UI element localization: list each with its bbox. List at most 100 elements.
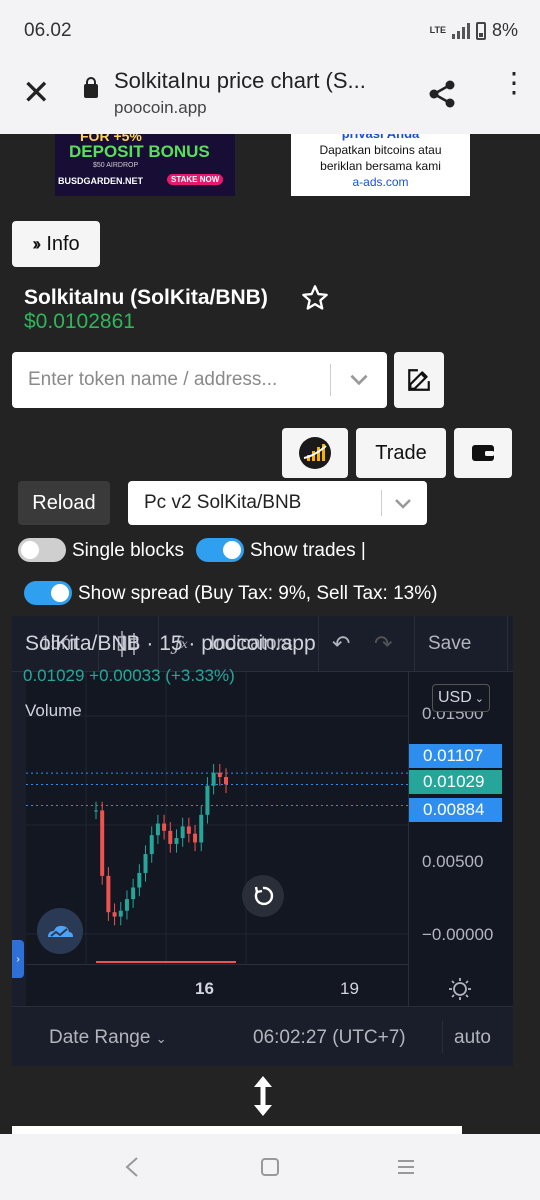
ad-cta[interactable]: STAKE NOW [167,174,224,185]
star-icon[interactable] [301,284,329,312]
currency-label: USD [438,689,472,706]
candle-body [155,823,160,836]
chart-grid [26,672,408,964]
candle-body [137,872,142,888]
close-icon[interactable]: ✕ [22,76,51,110]
recent-apps-icon[interactable] [396,1156,416,1178]
chart-clock: 06:02:27 (UTC+7) [253,1027,406,1048]
wallet-icon [472,445,494,461]
candle-body [205,785,210,815]
settings-icon[interactable] [448,977,472,1001]
system-nav-bar [0,1134,540,1200]
divider [318,616,319,672]
price-tag-last: 0.01029 [409,770,502,794]
status-bar: 06.02 LTE 8% [0,0,540,60]
edit-button[interactable] [394,352,444,408]
token-name: SolkitaInu (SolKita/BNB) [24,286,268,309]
x-tick: 19 [340,979,359,998]
back-icon[interactable] [122,1156,142,1178]
home-icon[interactable] [260,1156,280,1178]
chart-bottom-bar: Date Range ⌄ 06:02:27 (UTC+7) auto [12,1006,513,1066]
reset-chart-button[interactable] [242,875,284,917]
ad-banner-aads[interactable]: privasi Anda Dapatkan bitcoins atau beri… [291,134,470,196]
battery-icon [475,21,486,40]
page-footer-strip [12,1126,462,1134]
divider [381,490,382,516]
chart-legend-values: 0.01029 +0.00033 (+3.33%) [23,666,235,685]
auto-scale-button[interactable]: auto [454,1027,491,1049]
chevron-down-icon: ⌄ [474,692,484,705]
candle-body [131,887,136,900]
info-button[interactable]: ›› Info [12,221,100,267]
undo-icon[interactable]: ↶ [332,616,350,672]
ad-link[interactable]: a-ads.com [291,174,470,190]
save-button[interactable]: Save [428,616,471,672]
pair-select[interactable]: Pc v2 SolKita/BNB [128,481,427,525]
search-placeholder: Enter token name / address... [28,369,278,390]
single-blocks-toggle[interactable] [18,538,66,562]
y-tick: 0.00500 [422,852,484,871]
share-icon[interactable] [426,78,458,110]
show-trades-toggle[interactable] [196,538,244,562]
volume-label: Volume [25,701,82,720]
token-search-input[interactable]: Enter token name / address... [12,352,387,408]
candle-body [193,833,198,843]
candle-body [217,772,222,778]
page-title[interactable]: SolkitaInu price chart (S... [114,68,366,94]
currency-button[interactable]: USD ⌄ [432,684,490,712]
candle-body [224,777,228,785]
browser-toolbar: ✕ SolkitaInu price chart (S... poocoin.a… [0,60,540,134]
single-blocks-label: Single blocks [72,540,184,561]
chevron-down-icon: ⌄ [155,1031,167,1046]
date-range-button[interactable]: Date Range ⌄ [49,1027,167,1049]
candle-body [199,814,204,843]
wallet-button[interactable] [454,428,512,478]
pair-select-value: Pc v2 SolKita/BNB [144,492,302,513]
chevron-down-icon[interactable] [346,366,372,392]
expand-panel-tab[interactable]: › [12,940,24,978]
toggle-knob [51,584,69,602]
price-tag-high: 0.01107 [409,744,502,768]
token-price: $0.0102861 [24,310,135,333]
lock-icon [84,77,98,98]
tradingview-logo-icon[interactable] [37,908,83,954]
network-type: LTE [429,25,446,35]
reset-icon [254,886,274,906]
divider [507,616,508,672]
poocoin-logo-icon [299,437,331,469]
redo-icon[interactable]: ↷ [374,616,392,672]
ad-banner-busdgarden[interactable]: FOR +5% DEPOSIT BONUS $50 AIRDROP BUSDGA… [55,134,235,196]
cloud-icon [48,925,73,937]
price-chart-svg [26,672,408,964]
candle-body [168,830,173,844]
toggle-knob [21,541,39,559]
candle-body [180,826,185,839]
candle-body [149,835,154,855]
reload-button[interactable]: Reload [18,481,110,525]
ad-text: DEPOSIT BONUS [69,142,210,161]
signal-icon [451,22,470,39]
double-chevron-right-icon: ›› [32,233,41,254]
info-button-label: Info [46,232,80,255]
page-domain[interactable]: poocoin.app [114,98,207,118]
chevron-down-icon[interactable] [391,491,415,515]
candle-body [118,910,123,917]
show-spread-toggle[interactable] [24,581,72,605]
status-icons: LTE 8% [430,20,518,41]
trade-button[interactable]: Trade [356,428,446,478]
candle-body [100,810,105,876]
chart-resize-handle[interactable] [12,1066,513,1126]
status-time: 06.02 [24,20,72,41]
divider [414,616,415,672]
price-lines [26,772,408,807]
battery-level: 8% [491,20,518,40]
candle-series [94,763,236,963]
poocoin-chart-button[interactable] [282,428,348,478]
divider [442,1021,443,1053]
show-trades-label: Show trades | [250,540,366,561]
more-options-icon[interactable]: ⋮ [500,69,528,97]
chart-pane[interactable] [26,672,408,1006]
ad-text: beriklan bersama kami [320,159,441,173]
candle-body [112,912,117,917]
chevron-right-icon: › [16,953,20,965]
